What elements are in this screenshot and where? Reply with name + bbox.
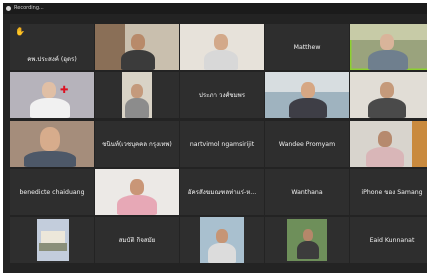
participant-tile-video-2[interactable]: [95, 24, 179, 70]
building-image: [41, 231, 65, 243]
participant-name: Eaid Kunnanat: [369, 236, 415, 244]
participant-face: [42, 82, 56, 98]
participant-tile-samang[interactable]: iPhone ของ Samang: [350, 169, 427, 215]
participant-tile-prapa[interactable]: ประภา วงศ์ชมพร: [180, 72, 264, 118]
participant-name: สมบัติ กิจสมัย: [118, 237, 156, 244]
participant-name: benedicte chaiduang: [19, 188, 85, 196]
participant-tile-video-23[interactable]: [180, 217, 264, 263]
participant-tile-video-9[interactable]: [265, 72, 349, 118]
participant-body: [117, 195, 157, 215]
screenshot-frame: Recording... ✋ คพ.ประสงค์ (อุดร) Matthew: [0, 0, 431, 279]
participant-tile-benedicte[interactable]: benedicte chaiduang: [10, 169, 94, 215]
participant-tile-video-6[interactable]: ✚: [10, 72, 94, 118]
participant-body: [204, 50, 238, 70]
video-ground: [39, 243, 67, 251]
participant-tile-video-11[interactable]: [10, 121, 94, 167]
participant-face: [130, 179, 144, 195]
participant-name: คพ.ประสงค์ (อุดร): [27, 56, 77, 63]
participant-tile-matthew[interactable]: Matthew: [265, 24, 349, 70]
participant-body: [24, 151, 76, 167]
participant-face: [131, 84, 143, 98]
video-background: [412, 121, 427, 167]
participant-body: [297, 241, 319, 259]
participant-tile-eaid[interactable]: Eaid Kunnanat: [350, 217, 427, 263]
participant-tile-nartvimol[interactable]: nartvimol ngamsirijit: [180, 121, 264, 167]
recording-indicator: Recording...: [3, 3, 427, 14]
participant-face: [214, 34, 228, 50]
participant-name: ชนินท์(เวชบุคคล กรุงเทพ): [102, 141, 172, 148]
participant-name: ประภา วงศ์ชมพร: [198, 92, 246, 99]
participant-tile-chanin[interactable]: ชนินท์(เวชบุคคล กรุงเทพ): [95, 121, 179, 167]
participant-tile-video-3[interactable]: [180, 24, 264, 70]
participant-face: [378, 131, 392, 147]
participant-face: [380, 34, 394, 50]
participant-face: [216, 229, 228, 243]
participant-tile-wanthana[interactable]: Wanthana: [265, 169, 349, 215]
participant-face: [380, 82, 394, 98]
participant-name: อัครสังฆมณฑลท่าแร่-ห...: [187, 189, 257, 196]
participant-tile-video-21[interactable]: [10, 217, 94, 263]
participant-tile-active-speaker[interactable]: [350, 24, 427, 70]
participant-face: [301, 82, 315, 98]
participant-face: [40, 127, 60, 151]
participant-body: [289, 98, 327, 118]
participant-body: [121, 50, 155, 70]
recording-dot-icon: [6, 6, 11, 11]
participant-tile-video-15[interactable]: [350, 121, 427, 167]
red-cross-icon: ✚: [60, 85, 69, 96]
participant-tile-video-10[interactable]: [350, 72, 427, 118]
participant-body: [368, 98, 406, 118]
participant-tile-sombat[interactable]: สมบัติ กิจสมัย: [95, 217, 179, 263]
participant-face: [131, 34, 145, 50]
participant-face: [303, 229, 313, 241]
participant-tile-video-7[interactable]: [95, 72, 179, 118]
participant-body: [366, 147, 404, 167]
participant-name: Wandee Promyam: [278, 140, 336, 148]
recording-label: Recording...: [14, 5, 44, 11]
participant-name: nartvimol ngamsirijit: [189, 140, 255, 148]
participant-tile-wandee[interactable]: Wandee Promyam: [265, 121, 349, 167]
meeting-gallery-view: Recording... ✋ คพ.ประสงค์ (อุดร) Matthew: [3, 3, 427, 273]
participant-name: Wanthana: [291, 188, 323, 196]
participant-tile-video-17[interactable]: [95, 169, 179, 215]
participant-name: Matthew: [293, 43, 321, 51]
participant-body: [208, 243, 236, 263]
participant-name: iPhone ของ Samang: [361, 189, 423, 196]
participant-tile-video-24[interactable]: [265, 217, 349, 263]
participant-tile-archdiocese[interactable]: อัครสังฆมณฑลท่าแร่-ห...: [180, 169, 264, 215]
participant-body: [30, 98, 70, 118]
participant-body: [368, 50, 408, 70]
participant-tile-prasong[interactable]: ✋ คพ.ประสงค์ (อุดร): [10, 24, 94, 70]
participant-body: [125, 98, 149, 118]
